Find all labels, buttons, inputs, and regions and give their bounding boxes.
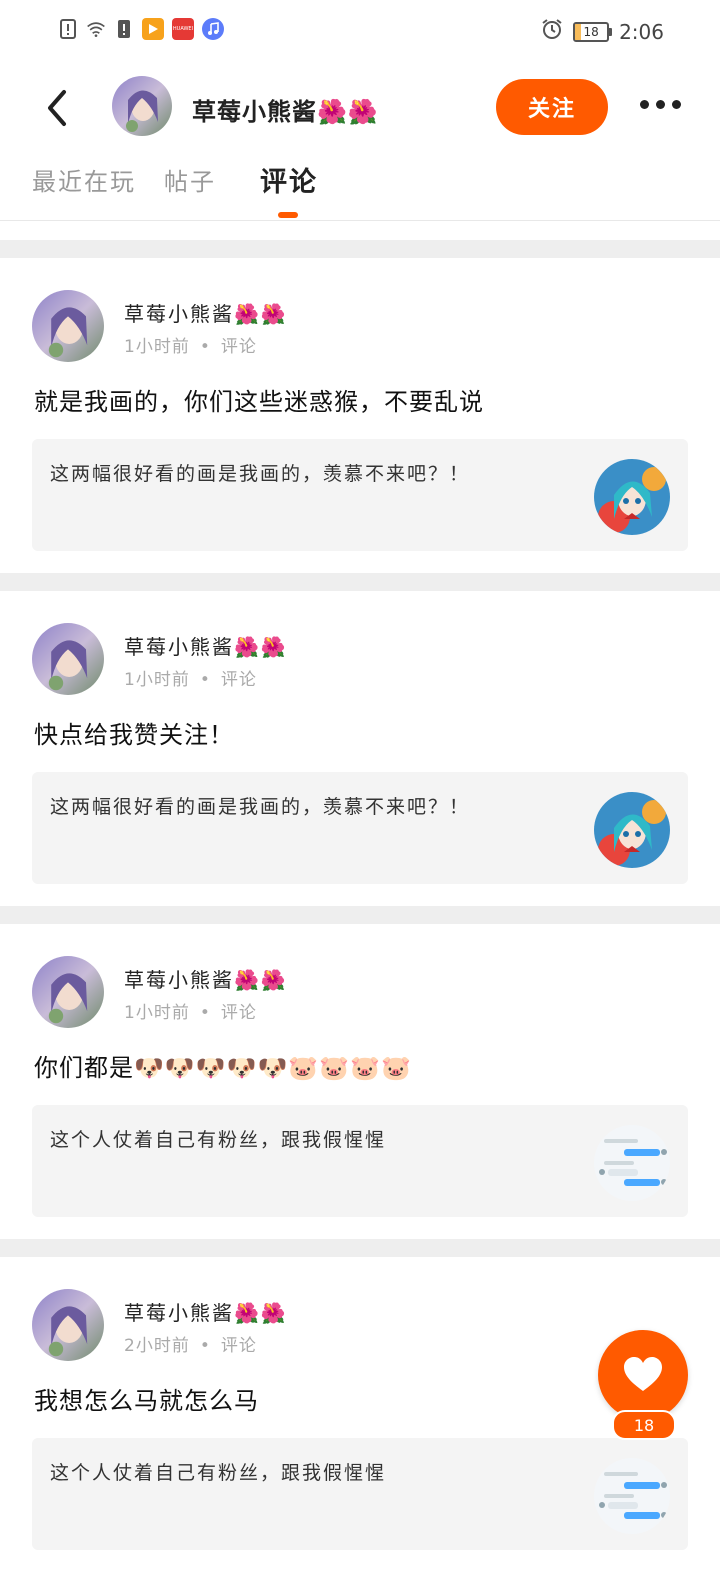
comment-card[interactable]: 草莓小熊酱🌺🌺 2小时前 • 评论 我想怎么马就怎么马 这个人仗着自己有粉丝，跟我假…	[0, 1257, 720, 1572]
anime-girl-image	[594, 792, 670, 868]
comment-meta: 1小时前 • 评论	[124, 670, 257, 690]
comment-text: 就是我画的，你们这些迷惑猴，不要乱说	[34, 388, 484, 416]
anime-girl-image	[594, 459, 670, 535]
comment-meta: 1小时前 • 评论	[124, 337, 257, 357]
video-app-icon	[142, 18, 164, 40]
more-button[interactable]	[640, 100, 681, 109]
divider	[0, 1239, 720, 1257]
avatar[interactable]	[32, 623, 104, 695]
quoted-post-text: 这两幅很好看的画是我画的，羡慕不来吧？！	[50, 463, 471, 485]
tab-posts[interactable]: 帖子	[164, 162, 216, 197]
comment-author[interactable]: 草莓小熊酱🌺🌺	[124, 298, 288, 327]
heart-icon	[624, 1357, 662, 1391]
chevron-left-icon	[48, 90, 66, 126]
comment-author[interactable]: 草莓小熊酱🌺🌺	[124, 631, 288, 660]
comment-text: 快点给我赞关注！	[34, 721, 234, 749]
comment-text: 我想怎么马就怎么马	[34, 1387, 259, 1415]
like-button[interactable]	[598, 1330, 688, 1420]
divider	[0, 240, 720, 258]
quoted-post-text: 这个人仗着自己有粉丝，跟我假惺惺	[50, 1462, 387, 1484]
divider	[0, 906, 720, 924]
quoted-post[interactable]: 这两幅很好看的画是我画的，羡慕不来吧？！	[32, 772, 688, 884]
quoted-post[interactable]: 这个人仗着自己有粉丝，跟我假惺惺	[32, 1438, 688, 1550]
comment-time: 2小时前	[124, 1336, 190, 1356]
huawei-app-icon: HUAWEI	[172, 18, 194, 40]
tab-comments[interactable]: 评论	[260, 160, 318, 199]
comment-type: 评论	[220, 670, 257, 690]
comment-card[interactable]: 草莓小熊酱🌺🌺 1小时前 • 评论 快点给我赞关注！ 这两幅很好看的画是我画的，羡慕…	[0, 591, 720, 906]
sim-alert-icon	[114, 18, 134, 40]
comment-time: 1小时前	[124, 670, 190, 690]
avatar[interactable]	[32, 956, 104, 1028]
like-count: 18	[612, 1410, 676, 1440]
comment-author[interactable]: 草莓小熊酱🌺🌺	[124, 964, 288, 993]
huawei-app-label: HUAWEI	[172, 26, 194, 32]
comment-card[interactable]: 草莓小熊酱🌺🌺 1小时前 • 评论 你们都是🐶🐶🐶🐶🐶🐷🐷🐷🐷 这个人仗着自己有粉丝…	[0, 924, 720, 1239]
quoted-post-text: 这两幅很好看的画是我画的，羡慕不来吧？！	[50, 796, 471, 818]
comment-type: 评论	[220, 1003, 257, 1023]
quoted-post[interactable]: 这两幅很好看的画是我画的，羡慕不来吧？！	[32, 439, 688, 551]
status-time: 2:06	[619, 19, 664, 44]
profile-header: 草莓小熊酱🌺🌺 关注	[0, 62, 720, 152]
more-icon	[640, 100, 649, 109]
alert-icon	[58, 18, 78, 40]
follow-button[interactable]: 关注	[496, 79, 608, 135]
quoted-post-text: 这个人仗着自己有粉丝，跟我假惺惺	[50, 1129, 387, 1151]
alarm-icon	[541, 18, 563, 45]
comment-time: 1小时前	[124, 337, 190, 357]
status-right: 18 2:06	[541, 18, 664, 45]
avatar[interactable]	[32, 290, 104, 362]
profile-tabs: 最近在玩 帖子 评论	[0, 152, 720, 221]
status-bar: HUAWEI 18 2:06	[0, 0, 720, 60]
active-tab-indicator	[278, 212, 298, 218]
quoted-post[interactable]: 这个人仗着自己有粉丝，跟我假惺惺	[32, 1105, 688, 1217]
chat-screenshot-image	[594, 1125, 670, 1201]
comment-card[interactable]: 草莓小熊酱🌺🌺 1小时前 • 评论 就是我画的，你们这些迷惑猴，不要乱说 这两幅很好…	[0, 258, 720, 573]
comment-type: 评论	[220, 1336, 257, 1356]
comment-time: 1小时前	[124, 1003, 190, 1023]
battery-level: 18	[583, 24, 599, 39]
back-button[interactable]	[40, 88, 76, 128]
avatar[interactable]	[32, 1289, 104, 1361]
comment-meta: 2小时前 • 评论	[124, 1336, 257, 1356]
divider	[0, 573, 720, 591]
comment-author[interactable]: 草莓小熊酱🌺🌺	[124, 1297, 288, 1326]
music-app-icon	[202, 18, 224, 40]
chat-screenshot-image	[594, 1458, 670, 1534]
profile-username: 草莓小熊酱🌺🌺	[192, 98, 379, 126]
tab-recently-played[interactable]: 最近在玩	[32, 162, 136, 197]
comment-meta: 1小时前 • 评论	[124, 1003, 257, 1023]
battery-icon: 18	[573, 21, 613, 42]
avatar[interactable]	[112, 76, 172, 136]
comment-text: 你们都是🐶🐶🐶🐶🐶🐷🐷🐷🐷	[34, 1054, 412, 1082]
status-left-icons: HUAWEI	[58, 18, 224, 40]
comment-type: 评论	[220, 337, 257, 357]
wifi-icon	[86, 18, 106, 40]
